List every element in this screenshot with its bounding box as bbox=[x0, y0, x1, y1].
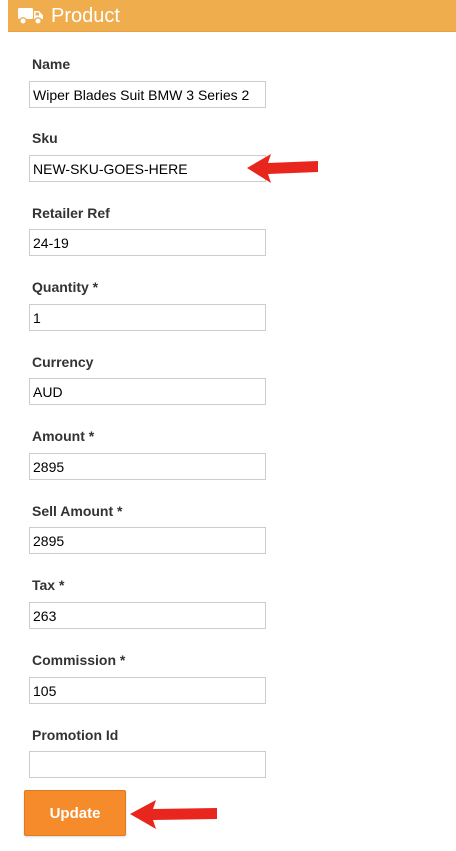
promotion-id-label: Promotion Id bbox=[32, 727, 119, 743]
currency-label: Currency bbox=[32, 354, 94, 370]
name-label: Name bbox=[32, 56, 71, 72]
update-pointer-arrow-icon bbox=[130, 800, 217, 829]
sku-pointer-arrow-icon bbox=[247, 154, 318, 183]
currency-input[interactable] bbox=[29, 378, 266, 405]
panel-header: Product bbox=[8, 0, 456, 32]
commission-input[interactable] bbox=[29, 677, 266, 704]
sku-input[interactable] bbox=[29, 155, 266, 182]
update-button[interactable]: Update bbox=[24, 790, 126, 836]
retailer-ref-label: Retailer Ref bbox=[32, 205, 110, 221]
sell-amount-input[interactable] bbox=[29, 527, 266, 554]
sell-amount-label: Sell Amount * bbox=[32, 503, 123, 519]
quantity-input[interactable] bbox=[29, 304, 266, 331]
product-panel: Product Name Sku Retailer Ref Quantity *… bbox=[0, 0, 456, 851]
name-input[interactable] bbox=[29, 81, 266, 108]
amount-input[interactable] bbox=[29, 453, 266, 480]
promotion-id-input[interactable] bbox=[29, 751, 266, 778]
amount-label: Amount * bbox=[32, 428, 95, 444]
retailer-ref-input[interactable] bbox=[29, 229, 266, 256]
quantity-label: Quantity * bbox=[32, 279, 99, 295]
truck-icon bbox=[18, 7, 44, 25]
sku-label: Sku bbox=[32, 130, 58, 146]
commission-label: Commission * bbox=[32, 652, 126, 668]
tax-label: Tax * bbox=[32, 577, 65, 593]
tax-input[interactable] bbox=[29, 602, 266, 629]
panel-title: Product bbox=[51, 4, 120, 27]
